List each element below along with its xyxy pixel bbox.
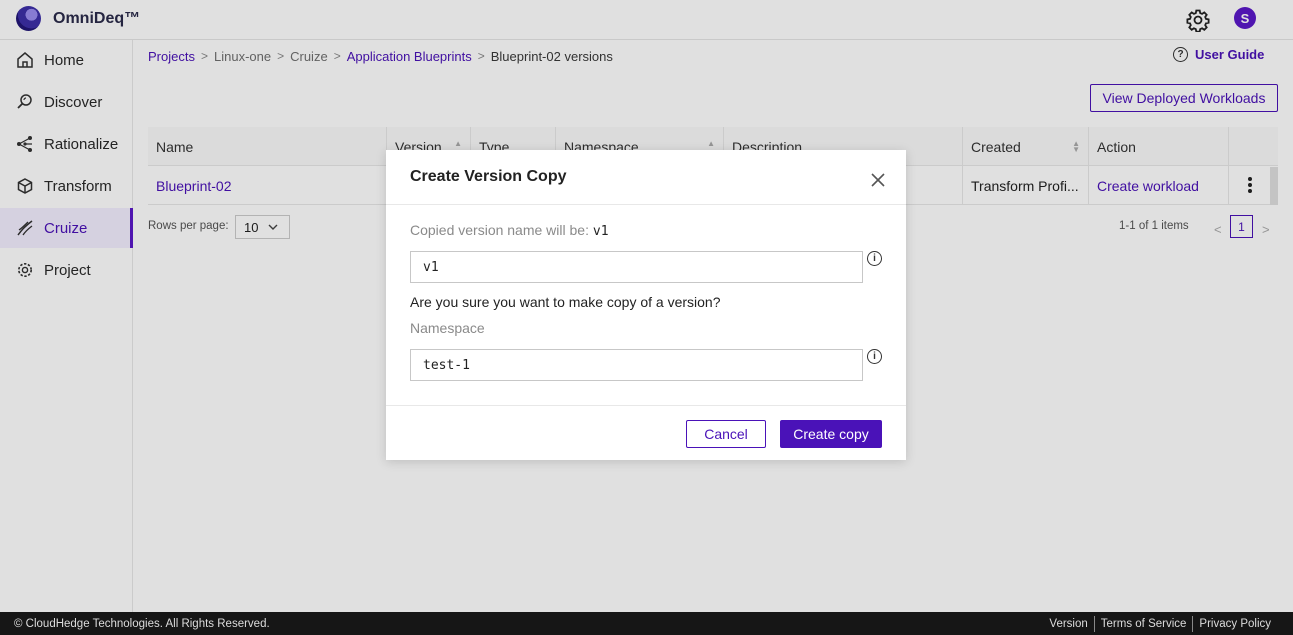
- info-icon[interactable]: i: [867, 349, 882, 364]
- footer-link-terms[interactable]: Terms of Service: [1095, 618, 1193, 630]
- footer: © CloudHedge Technologies. All Rights Re…: [0, 612, 1293, 635]
- confirm-question: Are you sure you want to make copy of a …: [410, 294, 721, 310]
- version-name-input[interactable]: [410, 251, 863, 283]
- footer-link-version[interactable]: Version: [1043, 618, 1093, 630]
- close-icon[interactable]: [870, 172, 886, 188]
- copyright-text: © CloudHedge Technologies. All Rights Re…: [14, 617, 270, 630]
- info-icon[interactable]: i: [867, 251, 882, 266]
- footer-link-privacy[interactable]: Privacy Policy: [1193, 618, 1277, 630]
- copied-version-label: Copied version name will be: v1: [410, 222, 609, 239]
- cancel-button[interactable]: Cancel: [686, 420, 766, 448]
- footer-links: Version Terms of Service Privacy Policy: [1043, 615, 1277, 632]
- namespace-label: Namespace: [410, 320, 485, 336]
- copied-version-value: v1: [592, 224, 609, 239]
- dialog-header: Create Version Copy: [386, 150, 906, 205]
- namespace-input[interactable]: [410, 349, 863, 381]
- dialog-footer: Cancel Create copy: [386, 405, 906, 460]
- dialog-title: Create Version Copy: [410, 168, 567, 185]
- create-copy-button[interactable]: Create copy: [780, 420, 882, 448]
- create-version-copy-dialog: Create Version Copy Copied version name …: [386, 150, 906, 460]
